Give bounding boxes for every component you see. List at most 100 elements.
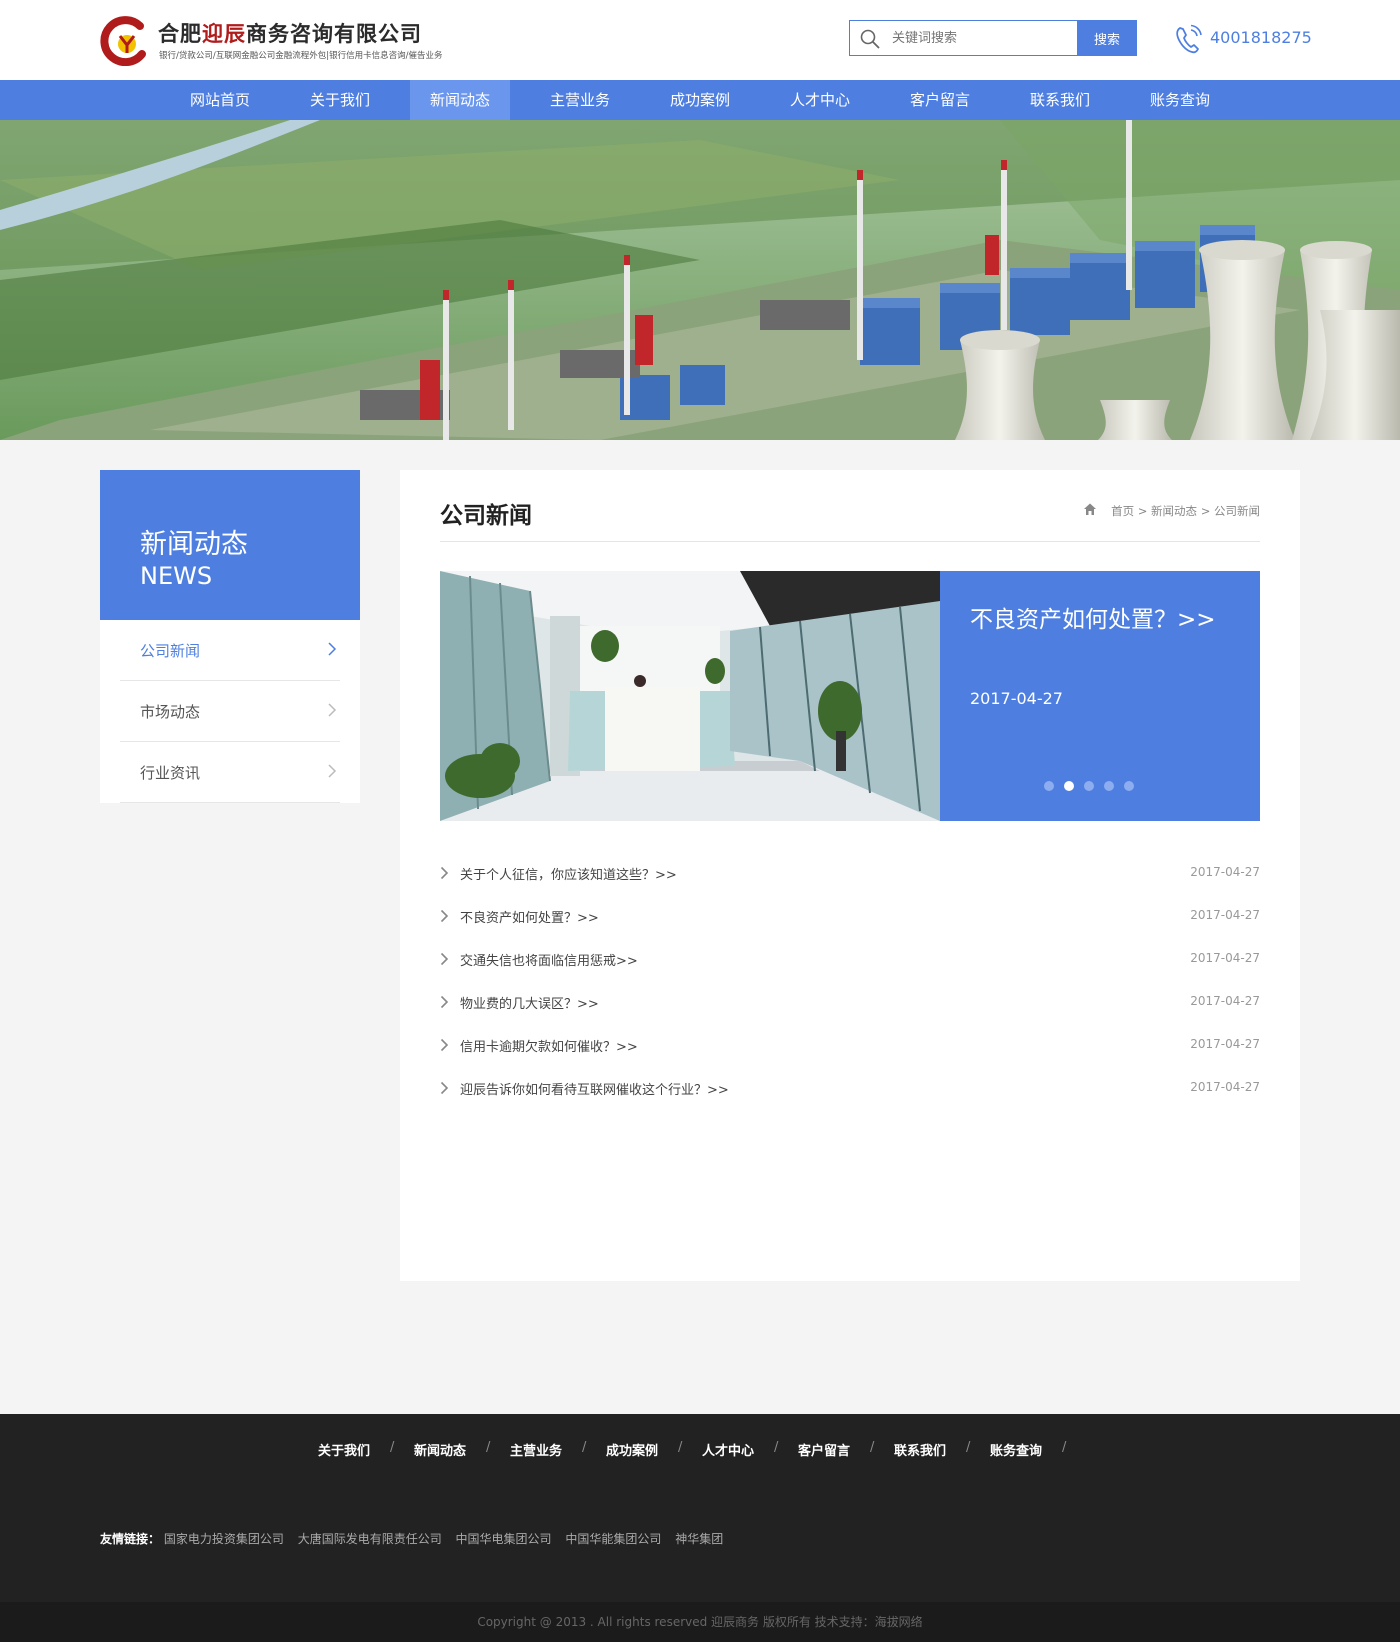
chevron-right-icon: [440, 866, 449, 880]
news-title[interactable]: 关于个人征信，你应该知道这些？>>: [460, 864, 677, 883]
hero-banner: [0, 120, 1400, 440]
breadcrumb-news[interactable]: 新闻动态: [1151, 504, 1197, 518]
friend-link[interactable]: 国家电力投资集团公司: [164, 1532, 284, 1546]
nav-item-cases[interactable]: 成功案例: [650, 80, 750, 120]
footer-sep: /: [390, 1440, 395, 1455]
footer-link-messages[interactable]: 客户留言: [798, 1440, 850, 1459]
footer-sep: /: [966, 1440, 971, 1455]
footer-link-account[interactable]: 账务查询: [990, 1440, 1042, 1459]
footer-sep: /: [486, 1440, 491, 1455]
breadcrumb: 首页 > 新闻动态 > 公司新闻: [1084, 503, 1260, 519]
slider-dot[interactable]: [1104, 781, 1114, 791]
breadcrumb-current: 公司新闻: [1214, 504, 1260, 518]
friend-links: 友情链接： 国家电力投资集团公司 大唐国际发电有限责任公司 中国华电集团公司 中…: [100, 1530, 733, 1547]
news-date: 2017-04-27: [1190, 951, 1260, 965]
breadcrumb-sep: >: [1200, 504, 1211, 518]
friend-links-label: 友情链接：: [100, 1532, 161, 1546]
footer-link-about[interactable]: 关于我们: [318, 1440, 370, 1459]
sidebar-item-industry-news[interactable]: 行业资讯: [120, 742, 340, 803]
news-title[interactable]: 信用卡逾期欠款如何催收？>>: [460, 1036, 638, 1055]
news-list-item[interactable]: 交通失信也将面临信用惩戒>> 2017-04-27: [440, 948, 1260, 972]
sidebar: 新闻动态 NEWS 公司新闻 市场动态 行业资讯: [100, 470, 360, 803]
site-logo[interactable]: 合肥迎辰商务咨询有限公司 银行/贷款公司/互联网金融公司金融流程外包|银行信用卡…: [100, 16, 460, 68]
footer-link-contact[interactable]: 联系我们: [894, 1440, 946, 1459]
slider-dot[interactable]: [1124, 781, 1134, 791]
chevron-right-icon: [440, 995, 449, 1009]
chevron-right-icon: [328, 764, 337, 778]
breadcrumb-sep: >: [1137, 504, 1148, 518]
featured-news-panel: 不良资产如何处置？>> 2017-04-27: [940, 571, 1260, 821]
site-header: 合肥迎辰商务咨询有限公司 银行/贷款公司/互联网金融公司金融流程外包|银行信用卡…: [0, 0, 1400, 80]
sidebar-subtitle: NEWS: [140, 562, 213, 590]
footer-link-business[interactable]: 主营业务: [510, 1440, 562, 1459]
site-footer: 关于我们 / 新闻动态 / 主营业务 / 成功案例 / 人才中心 / 客户留言 …: [0, 1414, 1400, 1642]
sidebar-item-label: 行业资讯: [140, 764, 201, 782]
news-list-item[interactable]: 关于个人征信，你应该知道这些？>> 2017-04-27: [440, 862, 1260, 886]
news-date: 2017-04-27: [1190, 865, 1260, 879]
nav-item-news[interactable]: 新闻动态: [410, 80, 510, 120]
news-list-item[interactable]: 信用卡逾期欠款如何催收？>> 2017-04-27: [440, 1034, 1260, 1058]
power-plant-banner-image: [0, 120, 1400, 440]
news-title[interactable]: 物业费的几大误区？>>: [460, 993, 599, 1012]
search-input[interactable]: [892, 21, 1062, 55]
friend-link[interactable]: 神华集团: [675, 1532, 723, 1546]
footer-sep: /: [582, 1440, 587, 1455]
phone-icon: [1176, 24, 1202, 54]
nav-item-business[interactable]: 主营业务: [530, 80, 630, 120]
nav-item-talent[interactable]: 人才中心: [770, 80, 870, 120]
footer-link-news[interactable]: 新闻动态: [414, 1440, 466, 1459]
office-lobby-photo: [440, 571, 940, 821]
news-date: 2017-04-27: [1190, 1080, 1260, 1094]
news-list-item[interactable]: 物业费的几大误区？>> 2017-04-27: [440, 991, 1260, 1015]
footer-sep: /: [774, 1440, 779, 1455]
featured-news-title[interactable]: 不良资产如何处置？>>: [970, 603, 1240, 637]
home-icon: [1084, 503, 1097, 515]
news-list-item[interactable]: 迎辰告诉你如何看待互联网催收这个行业？>> 2017-04-27: [440, 1077, 1260, 1101]
sidebar-item-label: 市场动态: [140, 703, 201, 721]
slider-dot[interactable]: [1044, 781, 1054, 791]
search-box: 搜索: [849, 20, 1137, 56]
news-title[interactable]: 交通失信也将面临信用惩戒>>: [460, 950, 638, 969]
news-title[interactable]: 不良资产如何处置？>>: [460, 907, 599, 926]
footer-sep: /: [1062, 1440, 1067, 1455]
news-date: 2017-04-27: [1190, 994, 1260, 1008]
slider-dot-active[interactable]: [1064, 781, 1074, 791]
slider-dots: [1044, 781, 1144, 791]
search-icon: [860, 29, 880, 49]
footer-sep: /: [870, 1440, 875, 1455]
friend-link[interactable]: 大唐国际发电有限责任公司: [298, 1532, 442, 1546]
phone-number[interactable]: 4001818275: [1210, 28, 1312, 47]
nav-item-about[interactable]: 关于我们: [290, 80, 390, 120]
chevron-right-icon: [328, 703, 337, 717]
nav-item-home[interactable]: 网站首页: [170, 80, 270, 120]
search-button[interactable]: 搜索: [1077, 20, 1137, 56]
slider-dot[interactable]: [1084, 781, 1094, 791]
nav-item-contact[interactable]: 联系我们: [1010, 80, 1110, 120]
footer-link-talent[interactable]: 人才中心: [702, 1440, 754, 1459]
sidebar-item-company-news[interactable]: 公司新闻: [120, 620, 340, 681]
news-date: 2017-04-27: [1190, 1037, 1260, 1051]
friend-link[interactable]: 中国华能集团公司: [565, 1532, 661, 1546]
sidebar-title: 新闻动态: [140, 529, 248, 560]
footer-link-cases[interactable]: 成功案例: [606, 1440, 658, 1459]
chevron-right-icon: [440, 1081, 449, 1095]
nav-item-messages[interactable]: 客户留言: [890, 80, 990, 120]
friend-link[interactable]: 中国华电集团公司: [456, 1532, 552, 1546]
chevron-right-icon: [440, 1038, 449, 1052]
nav-item-account[interactable]: 账务查询: [1130, 80, 1230, 120]
title-divider: [440, 541, 1260, 542]
news-title[interactable]: 迎辰告诉你如何看待互联网催收这个行业？>>: [460, 1079, 729, 1098]
breadcrumb-home[interactable]: 首页: [1111, 504, 1134, 518]
copyright: Copyright @ 2013 . All rights reserved 迎…: [0, 1602, 1400, 1642]
chevron-right-icon: [440, 909, 449, 923]
page-title: 公司新闻: [440, 503, 532, 529]
sidebar-item-market-news[interactable]: 市场动态: [120, 681, 340, 742]
sidebar-header: 新闻动态 NEWS: [100, 470, 360, 620]
featured-news-slider[interactable]: 不良资产如何处置？>> 2017-04-27: [440, 571, 1260, 821]
sidebar-item-label: 公司新闻: [140, 642, 201, 660]
news-date: 2017-04-27: [1190, 908, 1260, 922]
featured-news-date: 2017-04-27: [970, 689, 1063, 708]
footer-sep: /: [678, 1440, 683, 1455]
news-list-item[interactable]: 不良资产如何处置？>> 2017-04-27: [440, 905, 1260, 929]
main-nav: 网站首页 关于我们 新闻动态 主营业务 成功案例 人才中心 客户留言 联系我们 …: [0, 80, 1400, 120]
